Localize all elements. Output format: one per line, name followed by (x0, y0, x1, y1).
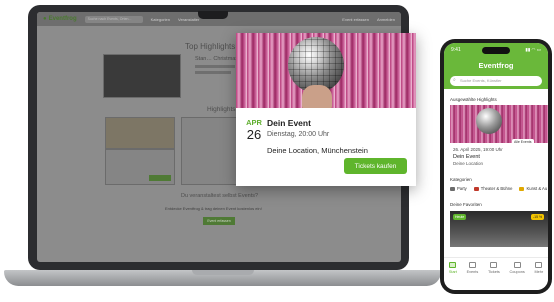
app-logo: Eventfrog (478, 61, 514, 70)
status-time: 9:41 (451, 47, 461, 53)
tab-tickets[interactable]: Tickets (488, 262, 500, 290)
event-time: Dienstag, 20:00 Uhr (267, 131, 330, 138)
event-image (236, 33, 416, 108)
site-nav-organizers[interactable]: Veranstalter (178, 17, 199, 22)
highlight-card[interactable] (181, 117, 237, 185)
disco-ball (476, 108, 502, 134)
frog-icon: ● (43, 16, 47, 22)
tab-coupons[interactable]: Coupons (510, 262, 525, 290)
top-highlights-heading: Top Highlights (185, 42, 236, 51)
highlights-heading: Highlights (207, 106, 236, 113)
more-icon (535, 262, 543, 268)
highlight-location: Deine Location (453, 161, 484, 166)
featured-event-card[interactable]: APR 26 Dein Event Dienstag, 20:00 Uhr De… (236, 33, 416, 186)
tab-bar: Start Events Tickets Coupons Mehr (444, 257, 548, 290)
top-highlight-image[interactable] (103, 54, 181, 98)
text-line (195, 65, 235, 68)
site-nav-categories[interactable]: Kategorien (151, 17, 170, 22)
categories-section-label: Kategorien (450, 177, 472, 182)
category-theater[interactable]: Theater & Bühne (473, 186, 512, 191)
phone-screen: 9:41 ▮▮ ◠ ▭ Eventfrog ⌕ Suche Events, Kü… (444, 43, 548, 290)
favourites-section-label: Deine Favoriten (450, 202, 482, 207)
coupon-icon (513, 262, 521, 268)
ticket-icon (490, 262, 498, 268)
event-month: APR (246, 118, 262, 127)
marketing-mockup: ● Eventfrog Suche nach Events, Orten... … (0, 0, 554, 302)
hand (302, 85, 332, 108)
organizer-promo-button[interactable]: Event erfassen (203, 217, 235, 225)
app-header: 9:41 ▮▮ ◠ ▭ Eventfrog ⌕ Suche Events, Kü… (444, 43, 548, 89)
event-title[interactable]: Dein Event (267, 118, 368, 128)
laptop-trackpad-notch (192, 270, 254, 275)
site-search-input[interactable]: Suche nach Events, Orten... (84, 15, 143, 23)
category-art[interactable]: Kunst & Au (519, 186, 547, 191)
highlight-title[interactable]: Dein Event (453, 154, 480, 160)
organizer-promo-heading: Du veranstaltest selbst Events? (181, 193, 259, 199)
site-nav-create-event[interactable]: Event erfassen (342, 17, 369, 22)
theater-icon (473, 186, 479, 191)
highlight-card-button[interactable] (149, 175, 171, 181)
organizer-promo-text: Entdecke Eventfrog & trag deinen Event k… (165, 206, 262, 211)
category-list: Party Theater & Bühne Kunst & Au (450, 186, 547, 191)
today-badge: Heute (453, 214, 467, 220)
tab-start[interactable]: Start (449, 262, 457, 290)
buy-tickets-button[interactable]: Tickets kaufen (344, 158, 407, 174)
category-party[interactable]: Party (450, 186, 467, 191)
tab-events[interactable]: Events (467, 262, 478, 290)
app-search-input[interactable]: ⌕ Suche Events, Künstler (450, 76, 542, 86)
highlight-image[interactable] (450, 105, 548, 143)
home-icon (449, 262, 457, 268)
discount-badge: -15 % (531, 214, 545, 220)
site-logo[interactable]: ● Eventfrog (43, 16, 77, 22)
laptop-camera-notch (198, 11, 228, 19)
highlight-date: 26. April 2025, 19:00 Uhr (453, 147, 503, 152)
party-icon (450, 186, 455, 191)
event-location: Deine Location, Münchenstein (267, 146, 368, 155)
tab-more[interactable]: Mehr (534, 262, 543, 290)
signal-wifi-battery-icon: ▮▮ ◠ ▭ (525, 47, 541, 52)
art-icon (519, 186, 525, 191)
calendar-icon (468, 262, 476, 268)
site-nav-login[interactable]: Anmelden (377, 17, 395, 22)
more-events-chip[interactable]: Alle Events (512, 139, 534, 145)
highlights-section-label: Ausgewählte Highlights (450, 97, 497, 102)
text-line (195, 71, 231, 74)
dynamic-island (482, 47, 510, 54)
search-icon: ⌕ (453, 77, 456, 83)
highlight-card-image[interactable] (105, 117, 175, 149)
event-date: APR 26 (244, 118, 264, 142)
event-day: 26 (246, 127, 262, 142)
event-info: Dein Event Dienstag, 20:00 Uhr Deine Loc… (267, 118, 368, 155)
